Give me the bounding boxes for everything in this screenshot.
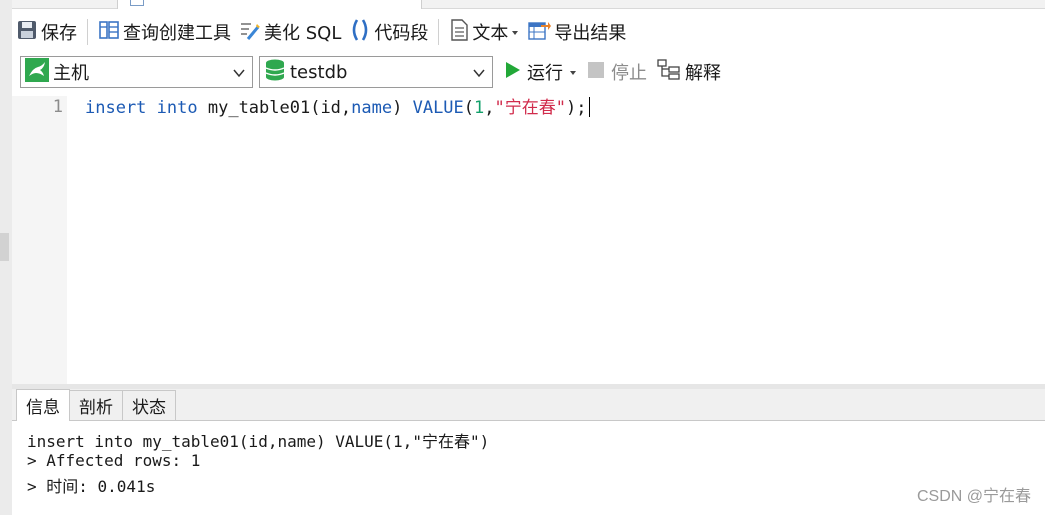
result-sql-line: insert into my_table01(id,name) VALUE(1,… bbox=[27, 432, 490, 451]
result-elapsed-time: > 时间: 0.041s bbox=[27, 477, 156, 496]
run-label: 运行 bbox=[527, 63, 563, 84]
stop-label: 停止 bbox=[611, 63, 647, 84]
string-token: "宁在春" bbox=[494, 98, 567, 118]
keyword-token: VALUE bbox=[412, 98, 464, 118]
connection-toolbar: 主机 testdb 运行 停止 解释 bbox=[12, 54, 1045, 90]
line-number-gutter: 1 bbox=[12, 96, 67, 384]
sql-editor[interactable]: 1 insert into my_table01(id,name) VALUE(… bbox=[12, 96, 1045, 384]
keyword-token: insert bbox=[85, 98, 147, 118]
keyword-token: into bbox=[156, 98, 198, 118]
text-mode-button[interactable]: 文本 bbox=[445, 16, 523, 48]
connection-select[interactable]: 主机 bbox=[20, 56, 253, 88]
beautify-sql-button[interactable]: 美化 SQL bbox=[235, 16, 345, 48]
beautify-sql-label: 美化 SQL bbox=[264, 23, 342, 44]
stop-button[interactable]: 停止 bbox=[587, 56, 647, 88]
save-icon bbox=[16, 19, 38, 46]
stop-icon bbox=[587, 61, 605, 84]
toolbar-divider bbox=[438, 19, 440, 45]
play-icon bbox=[505, 61, 521, 84]
line-number: 1 bbox=[52, 97, 63, 117]
tab-status[interactable]: 状态 bbox=[122, 390, 176, 420]
query-tab[interactable] bbox=[117, 0, 422, 9]
run-button[interactable]: 运行 bbox=[505, 56, 577, 88]
panel-resize-handle[interactable] bbox=[0, 233, 9, 261]
keyword-token: name bbox=[351, 98, 393, 118]
punctuation-token: ( bbox=[463, 98, 475, 118]
result-affected-rows: > Affected rows: 1 bbox=[27, 451, 201, 470]
query-tab-strip bbox=[12, 0, 1045, 9]
database-value: testdb bbox=[290, 61, 348, 83]
query-builder-icon bbox=[98, 19, 120, 46]
punctuation-token: , bbox=[484, 98, 495, 118]
explain-button[interactable]: 解释 bbox=[657, 56, 721, 88]
explain-icon bbox=[657, 58, 681, 86]
code-line[interactable]: insert into my_table01(id,name) VALUE(1,… bbox=[85, 97, 590, 119]
code-snippet-label: 代码段 bbox=[374, 23, 429, 44]
code-snippet-button[interactable]: 代码段 bbox=[345, 16, 432, 48]
text-document-icon bbox=[449, 18, 469, 46]
result-tab-bar: 信息 剖析 状态 bbox=[12, 389, 1045, 421]
save-button[interactable]: 保存 bbox=[12, 16, 81, 48]
explain-label: 解释 bbox=[685, 63, 721, 84]
punctuation-token: ) bbox=[392, 98, 413, 118]
database-icon bbox=[264, 58, 286, 87]
query-builder-button[interactable]: 查询创建工具 bbox=[94, 16, 235, 48]
beautify-sql-icon bbox=[239, 19, 261, 46]
chevron-down-icon bbox=[472, 65, 486, 85]
toolbar-divider bbox=[87, 19, 88, 45]
export-results-icon bbox=[527, 19, 552, 46]
dropdown-arrow-icon[interactable] bbox=[511, 22, 519, 42]
main-toolbar: 保存 查询创建工具 美化 SQL 代码段 文本 导出结果 bbox=[12, 10, 1045, 54]
export-results-label: 导出结果 bbox=[554, 23, 627, 44]
tab-info[interactable]: 信息 bbox=[16, 389, 70, 421]
chevron-down-icon bbox=[232, 65, 246, 85]
dropdown-arrow-icon[interactable] bbox=[569, 62, 577, 82]
save-label: 保存 bbox=[41, 23, 77, 44]
mysql-connection-icon bbox=[25, 57, 49, 87]
connection-value: 主机 bbox=[53, 63, 89, 84]
text-caret bbox=[588, 97, 590, 117]
left-panel-strip bbox=[0, 0, 12, 515]
number-token: 1 bbox=[474, 98, 485, 118]
identifier-token: my_table01(id, bbox=[197, 98, 352, 118]
watermark: CSDN @宁在春 bbox=[916, 488, 1031, 505]
tab-profile[interactable]: 剖析 bbox=[69, 390, 123, 420]
query-builder-label: 查询创建工具 bbox=[123, 23, 231, 44]
result-message-panel: insert into my_table01(id,name) VALUE(1,… bbox=[12, 421, 1045, 515]
punctuation-token: ); bbox=[566, 98, 587, 118]
database-select[interactable]: testdb bbox=[259, 56, 493, 88]
export-results-button[interactable]: 导出结果 bbox=[523, 16, 630, 48]
query-tab-icon bbox=[130, 0, 144, 6]
text-mode-label: 文本 bbox=[472, 23, 509, 44]
code-snippet-icon bbox=[349, 18, 371, 47]
